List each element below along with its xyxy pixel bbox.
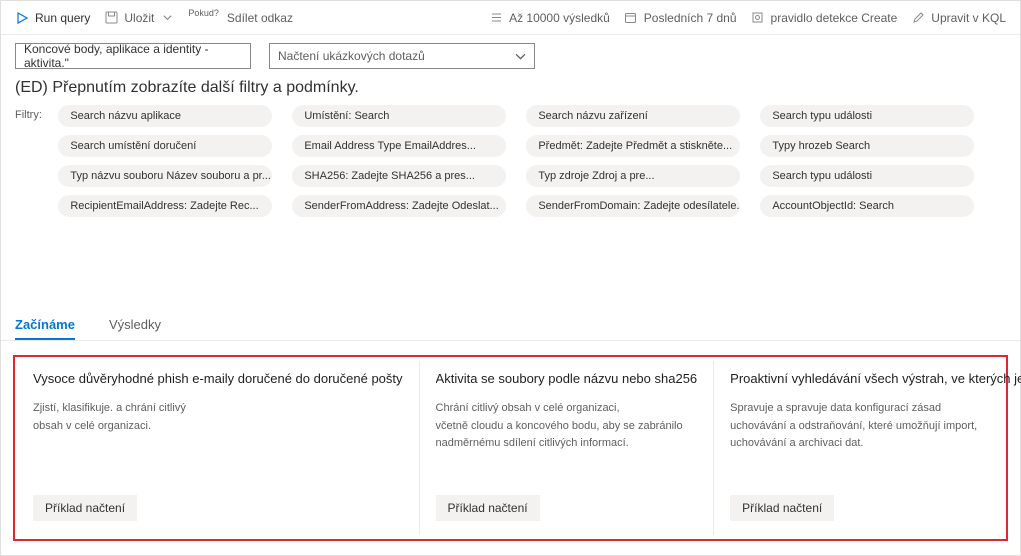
- results-limit-button[interactable]: Až 10000 výsledků: [489, 11, 610, 25]
- filter-pill[interactable]: RecipientEmailAddress: Zadejte Rec...: [58, 195, 272, 217]
- filter-pill[interactable]: Search názvu zařízení: [526, 105, 740, 127]
- sample-card: Vysoce důvěryhodné phish e-maily doručen…: [17, 361, 419, 535]
- edit-icon: [911, 11, 925, 25]
- filter-pill[interactable]: SHA256: Zadejte SHA256 a pres...: [292, 165, 506, 187]
- tab-getting-started[interactable]: Začínáme: [15, 317, 75, 340]
- filters-grid: Search názvu aplikace Umístění: Search S…: [58, 105, 974, 217]
- create-detection-rule-button[interactable]: pravidlo detekce Create: [751, 11, 898, 25]
- sample-card: Aktivita se soubory podle názvu nebo sha…: [419, 361, 714, 535]
- top-toolbar: Run query Uložit Pokud? Sdílet odkaz Až …: [1, 1, 1020, 35]
- save-button[interactable]: Uložit: [104, 11, 174, 25]
- filter-pill[interactable]: Typ zdroje Zdroj a pre...: [526, 165, 740, 187]
- card-description: Chrání citlivý obsah v celé organizaci,v…: [436, 400, 698, 453]
- sample-cards: Vysoce důvěryhodné phish e-maily doručen…: [17, 361, 1004, 535]
- filter-pill[interactable]: Search umístění doručení: [58, 135, 272, 157]
- play-icon: [15, 11, 29, 25]
- edit-kql-label: Upravit v KQL: [931, 11, 1006, 25]
- query-input-text: Koncové body, aplikace a identity - akti…: [24, 42, 242, 70]
- card-title: Proaktivní vyhledávání všech výstrah, ve…: [730, 371, 1021, 386]
- save-icon: [104, 11, 118, 25]
- time-range-button[interactable]: Posledních 7 dnů: [624, 11, 737, 25]
- filter-pill[interactable]: Search typu události: [760, 165, 974, 187]
- filter-pill[interactable]: SenderFromDomain: Zadejte odesílatele.: [526, 195, 740, 217]
- filter-pill[interactable]: Typ názvu souboru Název souboru a pr...: [58, 165, 272, 187]
- filter-pill[interactable]: Search názvu aplikace: [58, 105, 272, 127]
- query-input[interactable]: Koncové body, aplikace a identity - akti…: [15, 43, 251, 69]
- card-title: Aktivita se soubory podle názvu nebo sha…: [436, 371, 698, 386]
- filters-label: Filtry:: [15, 105, 55, 121]
- share-link-button[interactable]: Pokud? Sdílet odkaz: [188, 11, 293, 25]
- share-label: Sdílet odkaz: [227, 11, 293, 25]
- share-sup: Pokud?: [188, 8, 219, 18]
- sample-queries-label: Načtení ukázkových dotazů: [278, 49, 425, 63]
- detection-rule-label: pravidlo detekce Create: [771, 11, 898, 25]
- results-limit-label: Až 10000 výsledků: [509, 11, 610, 25]
- load-example-button[interactable]: Příklad načtení: [33, 495, 137, 521]
- card-title: Vysoce důvěryhodné phish e-maily doručen…: [33, 371, 403, 386]
- chevron-down-icon: [160, 11, 174, 25]
- filter-pill[interactable]: Typy hrozeb Search: [760, 135, 974, 157]
- filter-pill[interactable]: Search typu události: [760, 105, 974, 127]
- filters-section: Filtry: Search názvu aplikace Umístění: …: [1, 101, 1020, 225]
- filter-pill[interactable]: SenderFromAddress: Zadejte Odeslat...: [292, 195, 506, 217]
- sample-cards-highlight: Vysoce důvěryhodné phish e-maily doručen…: [13, 355, 1008, 541]
- load-example-button[interactable]: Příklad načtení: [436, 495, 540, 521]
- filter-pill[interactable]: Umístění: Search: [292, 105, 506, 127]
- list-icon: [489, 11, 503, 25]
- tabs: Začínáme Výsledky: [1, 309, 1020, 341]
- filter-pill[interactable]: Email Address Type EmailAddres...: [292, 135, 506, 157]
- chevron-down-icon: [515, 51, 526, 62]
- run-query-button[interactable]: Run query: [15, 11, 90, 25]
- query-row: Koncové body, aplikace a identity - akti…: [1, 35, 1020, 73]
- time-range-label: Posledních 7 dnů: [644, 11, 737, 25]
- filter-pill[interactable]: AccountObjectId: Search: [760, 195, 974, 217]
- card-description: Spravuje a spravuje data konfigurací zás…: [730, 400, 1021, 453]
- filter-toggle-hint: (ED) Přepnutím zobrazíte další filtry a …: [1, 73, 1020, 101]
- filter-pill[interactable]: Předmět: Zadejte Předmět a stiskněte...: [526, 135, 740, 157]
- run-query-label: Run query: [35, 11, 90, 25]
- detection-icon: [751, 11, 765, 25]
- calendar-icon: [624, 11, 638, 25]
- sample-queries-dropdown[interactable]: Načtení ukázkových dotazů: [269, 43, 535, 69]
- save-label: Uložit: [124, 11, 154, 25]
- edit-in-kql-button[interactable]: Upravit v KQL: [911, 11, 1006, 25]
- tab-results[interactable]: Výsledky: [109, 317, 161, 340]
- card-description: Zjistí, klasifikuje. a chrání citlivýobs…: [33, 400, 403, 435]
- sample-card: Proaktivní vyhledávání všech výstrah, ve…: [713, 361, 1021, 535]
- load-example-button[interactable]: Příklad načtení: [730, 495, 834, 521]
